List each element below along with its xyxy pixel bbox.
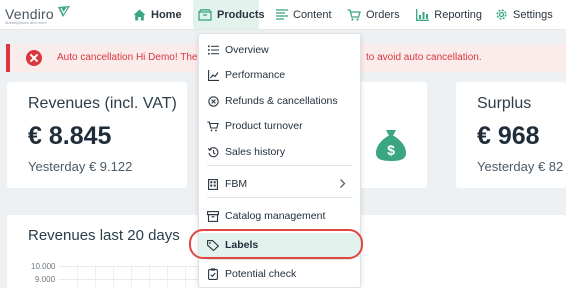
top-navigation-bar: Vendiro Marketplaces and more Home Produ…: [0, 0, 566, 30]
menu-item-fbm[interactable]: FBM: [199, 172, 360, 196]
grid-line: [113, 265, 114, 288]
menu-item-label: Labels: [225, 239, 259, 251]
revenue-yesterday: Yesterday € 9.122: [28, 159, 133, 174]
nav-home-label: Home: [151, 8, 182, 21]
alert-text-end: to avoid auto cancellation.: [366, 52, 482, 63]
menu-divider: [207, 165, 352, 166]
list-icon: [207, 44, 219, 56]
nav-products-label: Products: [217, 8, 265, 21]
y-tick-label: 10.000: [31, 262, 56, 271]
nav-settings[interactable]: Settings: [494, 0, 556, 29]
vendiro-logo[interactable]: Vendiro Marketplaces and more: [5, 3, 71, 27]
products-dropdown-menu: Overview Performance Refunds & cancellat…: [198, 33, 361, 288]
gear-icon: [494, 8, 508, 22]
nav-reporting-label: Reporting: [434, 8, 482, 21]
nav-orders[interactable]: Orders: [347, 0, 401, 29]
surplus-card: Surplus € 968 Yesterday € 82: [456, 82, 566, 188]
grid-line: [167, 265, 168, 288]
menu-item-label: Refunds & cancellations: [225, 95, 338, 107]
cancel-circle-icon: [207, 95, 219, 107]
revenue-title: Revenues (incl. VAT): [28, 95, 177, 112]
grid-line: [95, 265, 96, 288]
menu-item-label: Potential check: [225, 268, 297, 280]
grid-line: [131, 265, 132, 288]
revenue-card: Revenues (incl. VAT) € 8.845 Yesterday €…: [7, 82, 187, 188]
menu-item-overview[interactable]: Overview: [199, 38, 360, 62]
nav-reporting[interactable]: Reporting: [416, 0, 482, 29]
menu-item-label: Overview: [225, 44, 269, 56]
menu-item-refunds-cancellations[interactable]: Refunds & cancellations: [199, 89, 360, 113]
menu-item-product-turnover[interactable]: Product turnover: [199, 114, 360, 138]
grid-line: [59, 266, 199, 267]
chevron-right-icon: [340, 179, 346, 188]
logo-check-icon: [58, 6, 70, 17]
y-tick-label: 9.000: [35, 275, 56, 284]
menu-divider: [207, 230, 352, 231]
grid-line: [149, 265, 150, 288]
nav-home[interactable]: Home: [132, 0, 184, 29]
surplus-yesterday: Yesterday € 82: [477, 159, 564, 174]
revenue-value: € 8.845: [28, 122, 112, 150]
menu-item-sales-history[interactable]: Sales history: [199, 140, 360, 164]
money-bag-icon: $: [376, 130, 406, 161]
clipboard-check-icon: [207, 268, 219, 280]
surplus-value: € 968: [477, 122, 540, 150]
menu-item-label: Catalog management: [225, 210, 326, 222]
nav-products[interactable]: Products: [193, 0, 265, 29]
surplus-title: Surplus: [477, 95, 532, 112]
cart-icon: [207, 120, 219, 132]
logo-tagline: Marketplaces and more: [5, 20, 47, 25]
menu-item-label: Product turnover: [225, 120, 303, 132]
alert-error-icon: [26, 50, 42, 66]
home-icon: [132, 8, 146, 22]
history-icon: [207, 146, 219, 158]
bar-chart-icon: [416, 8, 430, 22]
warehouse-icon: [207, 178, 219, 190]
line-chart-icon: [207, 69, 219, 81]
menu-item-potential-check[interactable]: Potential check: [199, 262, 360, 286]
grid-line: [59, 279, 199, 280]
svg-text:$: $: [387, 142, 395, 158]
nav-orders-label: Orders: [366, 8, 400, 21]
tag-icon: [207, 239, 219, 251]
nav-settings-label: Settings: [513, 8, 553, 21]
nav-content[interactable]: Content: [276, 0, 332, 29]
menu-item-label: FBM: [225, 178, 248, 190]
menu-item-label: Sales history: [225, 146, 286, 158]
content-lines-icon: [276, 8, 288, 22]
products-icon: [198, 8, 212, 22]
nav-content-label: Content: [293, 8, 332, 21]
chart-title: Revenues last 20 days: [28, 227, 180, 244]
menu-item-labels[interactable]: Labels: [199, 233, 360, 257]
menu-item-performance[interactable]: Performance: [199, 63, 360, 87]
menu-divider: [207, 197, 352, 198]
alert-text-start: Auto cancellation Hi Demo! The: [57, 52, 198, 63]
menu-item-catalog-management[interactable]: Catalog management: [199, 204, 360, 228]
grid-line: [185, 265, 186, 288]
menu-divider: [207, 259, 352, 260]
box-icon: [207, 210, 219, 222]
grid-line: [77, 265, 78, 288]
cart-icon: [347, 8, 361, 22]
middle-card: $: [357, 82, 427, 188]
menu-item-label: Performance: [225, 69, 286, 81]
